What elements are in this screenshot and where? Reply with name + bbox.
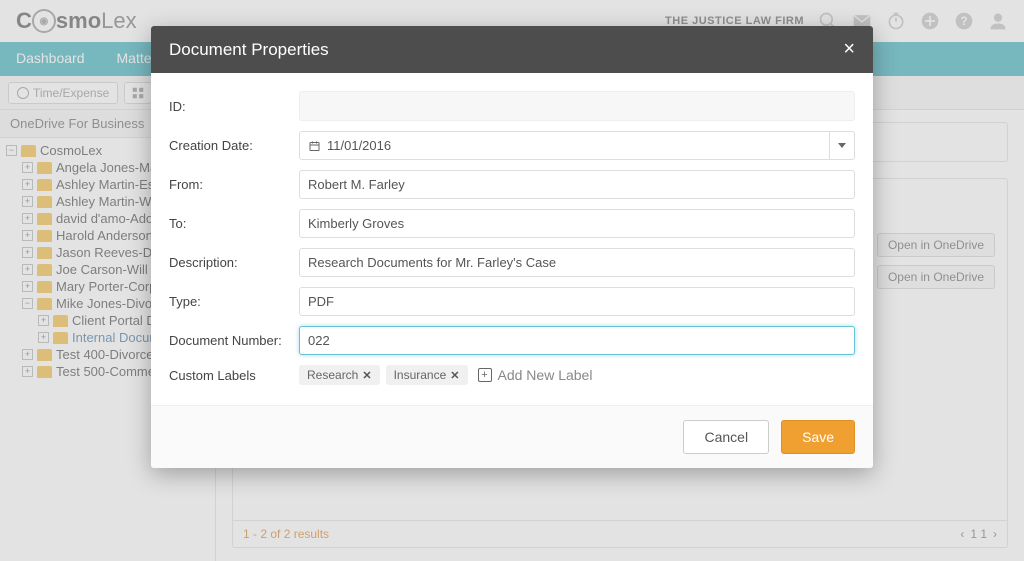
row-to: To:: [169, 209, 855, 238]
save-button[interactable]: Save: [781, 420, 855, 454]
label-creation-date: Creation Date:: [169, 138, 299, 153]
calendar-icon: [308, 140, 321, 152]
date-dropdown-button[interactable]: [829, 131, 855, 160]
remove-tag-icon[interactable]: ✕: [362, 369, 371, 382]
label-from: From:: [169, 177, 299, 192]
tag-research: Research✕: [299, 365, 380, 385]
row-description: Description:: [169, 248, 855, 277]
modal-title: Document Properties: [169, 40, 329, 60]
cancel-button[interactable]: Cancel: [683, 420, 769, 454]
row-id: ID:: [169, 91, 855, 121]
to-field[interactable]: [299, 209, 855, 238]
label-description: Description:: [169, 255, 299, 270]
row-custom-labels: Custom Labels Research✕ Insurance✕ + Add…: [169, 365, 855, 385]
document-properties-modal: Document Properties × ID: Creation Date:…: [151, 26, 873, 468]
creation-date-field[interactable]: 11/01/2016: [299, 131, 829, 160]
description-field[interactable]: [299, 248, 855, 277]
id-field: [299, 91, 855, 121]
label-custom-labels: Custom Labels: [169, 368, 299, 383]
row-creation-date: Creation Date: 11/01/2016: [169, 131, 855, 160]
label-id: ID:: [169, 99, 299, 114]
label-to: To:: [169, 216, 299, 231]
chevron-down-icon: [838, 143, 846, 148]
modal-footer: Cancel Save: [151, 405, 873, 468]
type-field[interactable]: [299, 287, 855, 316]
plus-icon: +: [478, 368, 492, 382]
close-icon[interactable]: ×: [843, 38, 855, 61]
doc-number-field[interactable]: [299, 326, 855, 355]
row-from: From:: [169, 170, 855, 199]
modal-backdrop: Document Properties × ID: Creation Date:…: [0, 0, 1024, 561]
label-doc-number: Document Number:: [169, 333, 299, 348]
creation-date-value: 11/01/2016: [327, 138, 391, 153]
modal-header: Document Properties ×: [151, 26, 873, 73]
remove-tag-icon[interactable]: ✕: [450, 369, 459, 382]
modal-body: ID: Creation Date: 11/01/2016 From: T: [151, 73, 873, 405]
tag-insurance: Insurance✕: [386, 365, 468, 385]
label-type: Type:: [169, 294, 299, 309]
from-field[interactable]: [299, 170, 855, 199]
row-type: Type:: [169, 287, 855, 316]
row-doc-number: Document Number:: [169, 326, 855, 355]
add-label-button[interactable]: + Add New Label: [478, 367, 593, 383]
